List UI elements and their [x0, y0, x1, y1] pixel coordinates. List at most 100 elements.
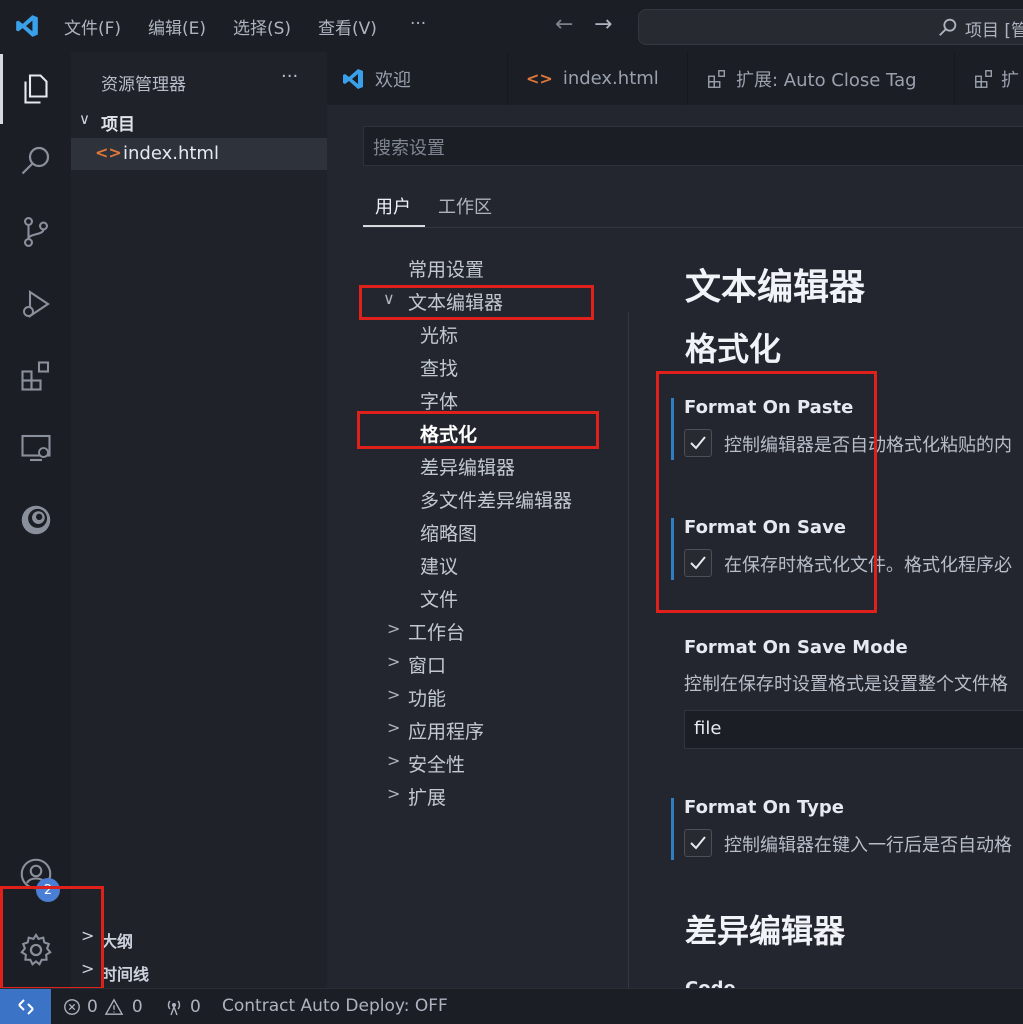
next-setting-partial: Code	[685, 976, 785, 988]
toc-workbench[interactable]: 工作台	[408, 618, 465, 645]
outline-label: 大纲	[101, 932, 134, 951]
scope-tab-user[interactable]: 用户	[375, 193, 411, 219]
ports-indicator[interactable]: 0	[164, 995, 201, 1019]
explorer-more-button[interactable]: ···	[281, 66, 298, 87]
file-name: index.html	[123, 143, 219, 164]
subsection-title: 格式化	[685, 330, 782, 368]
contract-auto-deploy-status[interactable]: Contract Auto Deploy: OFF	[222, 996, 448, 1016]
folder-name: 项目	[101, 115, 135, 135]
source-control-icon[interactable]	[14, 210, 58, 254]
chevron-right-icon: >	[387, 619, 401, 638]
tab-extension-auto-close-tag[interactable]: 扩展: Auto Close Tag	[688, 52, 955, 105]
folder-header[interactable]: ∨ 项目	[71, 110, 327, 135]
toc-extensions[interactable]: 扩展	[408, 783, 446, 810]
menu-view[interactable]: 查看(V)	[318, 14, 377, 39]
problems-indicator[interactable]: 0 0	[63, 995, 143, 1019]
setting-desc-format-on-type: 控制编辑器在键入一行后是否自动格	[724, 835, 1012, 856]
toc-application[interactable]: 应用程序	[408, 717, 484, 744]
run-debug-icon[interactable]	[14, 282, 58, 326]
activity-bar: 2	[0, 52, 71, 988]
html-file-icon: <>	[95, 143, 122, 162]
error-count: 0	[87, 997, 98, 1017]
format-on-type-checkbox[interactable]	[684, 829, 712, 857]
annotation-box-text-editor	[359, 285, 594, 320]
toc-divider	[628, 312, 629, 988]
toc-multi-diff-editor[interactable]: 多文件差异编辑器	[420, 486, 572, 513]
toc-cursor[interactable]: 光标	[420, 321, 458, 348]
annotation-box-format-settings	[656, 371, 877, 613]
menu-more[interactable]: ···	[410, 14, 426, 34]
remote-indicator[interactable]	[0, 989, 51, 1024]
setting-title-format-on-save-mode: Format On Save Mode	[684, 637, 908, 658]
warning-icon	[104, 998, 124, 1015]
back-arrow-icon[interactable]: ←	[555, 12, 573, 37]
tab-welcome[interactable]: 欢迎	[327, 52, 508, 105]
tab-label: 扩展: Auto Close Tag	[736, 69, 917, 91]
next-setting-title: Code	[685, 978, 736, 988]
vscode-logo-icon	[14, 13, 40, 43]
extension-preview-icon	[973, 68, 995, 90]
search-icon	[937, 16, 959, 42]
tab-label: 扩	[1001, 69, 1019, 91]
warning-count: 0	[131, 997, 143, 1017]
toc-minimap[interactable]: 缩略图	[420, 519, 477, 546]
annotation-box-gear	[0, 886, 104, 990]
outline-section[interactable]: > 大纲	[71, 926, 327, 952]
title-bar: 文件(F) 编辑(E) 选择(S) 查看(V) ··· ← → 项目 [管	[0, 0, 1023, 52]
explorer-icon[interactable]	[14, 67, 58, 111]
chevron-right-icon: >	[387, 784, 401, 803]
toc-security[interactable]: 安全性	[408, 750, 465, 777]
setting-title-format-on-type: Format On Type	[684, 797, 844, 818]
next-section-title: 差异编辑器	[685, 912, 846, 950]
toc-font[interactable]: 字体	[420, 387, 458, 414]
toc-find[interactable]: 查找	[420, 354, 458, 381]
format-on-save-mode-select[interactable]: file	[684, 710, 1023, 749]
forward-arrow-icon[interactable]: →	[594, 12, 612, 37]
toc-window[interactable]: 窗口	[408, 651, 446, 678]
menu-file[interactable]: 文件(F)	[64, 14, 121, 39]
remote-explorer-icon[interactable]	[14, 426, 58, 470]
tab-bar: 欢迎 <> index.html 扩展: Auto Close Tag 扩	[327, 52, 1023, 105]
command-center-text: 项目 [管	[965, 21, 1023, 41]
explorer-sidebar: 资源管理器 ··· ∨ 项目 <> index.html > 大纲 > 时间线	[71, 52, 327, 988]
setting-desc-format-on-save-mode: 控制在保存时设置格式是设置整个文件格	[684, 674, 1008, 695]
extension-swirl-icon[interactable]	[14, 498, 58, 542]
chevron-right-icon: >	[387, 652, 401, 671]
settings-search-input[interactable]: 搜索设置	[363, 126, 1023, 166]
status-bar: 0 0 0 Contract Auto Deploy: OFF	[0, 988, 1023, 1024]
command-center[interactable]: 项目 [管	[638, 9, 1023, 45]
remote-icon	[17, 998, 34, 1015]
chevron-down-icon: ∨	[79, 110, 90, 128]
modified-indicator	[671, 798, 674, 860]
tab-extension[interactable]: 扩	[955, 52, 1023, 105]
chevron-right-icon: >	[387, 685, 401, 704]
search-placeholder: 搜索设置	[373, 138, 445, 159]
html-file-icon: <>	[526, 69, 553, 88]
divider	[363, 227, 1023, 228]
ports-count: 0	[190, 997, 201, 1017]
broadcast-icon	[167, 1000, 181, 1016]
chevron-right-icon: >	[387, 751, 401, 770]
toc-suggestions[interactable]: 建议	[420, 552, 458, 579]
vscode-logo-icon	[341, 67, 365, 91]
toc-features[interactable]: 功能	[408, 684, 446, 711]
toc-diff-editor[interactable]: 差异编辑器	[420, 453, 515, 480]
tab-label: index.html	[562, 68, 659, 89]
checkmark-icon	[690, 836, 706, 850]
toc-common-settings[interactable]: 常用设置	[408, 255, 484, 282]
error-icon	[64, 999, 80, 1015]
file-item-index-html[interactable]: <> index.html	[71, 138, 327, 170]
tab-index-html[interactable]: <> index.html	[508, 52, 688, 105]
timeline-section[interactable]: > 时间线	[71, 959, 327, 985]
active-indicator	[0, 54, 3, 124]
menu-selection[interactable]: 选择(S)	[233, 14, 291, 39]
timeline-label: 时间线	[101, 965, 150, 984]
explorer-title: 资源管理器	[101, 75, 186, 95]
toc-files[interactable]: 文件	[420, 585, 458, 612]
menu-edit[interactable]: 编辑(E)	[148, 14, 206, 39]
search-icon[interactable]	[14, 138, 58, 182]
extensions-icon[interactable]	[14, 354, 58, 398]
annotation-box-formatting	[357, 411, 599, 449]
chevron-right-icon: >	[387, 718, 401, 737]
scope-tab-workspace[interactable]: 工作区	[438, 193, 492, 219]
